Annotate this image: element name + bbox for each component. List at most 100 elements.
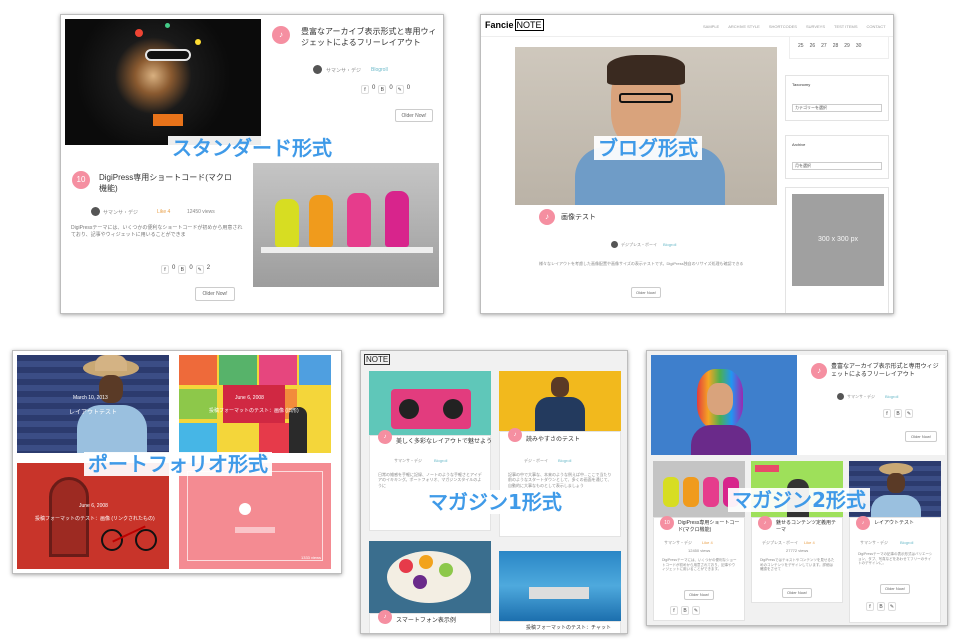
tile3-title[interactable]: 投稿フォーマットのテスト：画像 (リンクされたもの) xyxy=(35,515,155,522)
nav-item[interactable]: CONTACT xyxy=(867,24,886,29)
calendar-day[interactable]: 25 xyxy=(798,43,804,58)
card-views: 27772 views xyxy=(786,548,809,553)
nav-item[interactable]: ARCHIVE STYLE xyxy=(728,24,760,29)
calendar-day[interactable]: 26 xyxy=(810,43,816,58)
post2-likes[interactable]: Like 4 xyxy=(157,209,170,215)
feature-category[interactable]: Blogroll xyxy=(885,394,898,399)
post-format-icon: ♪ xyxy=(811,363,827,379)
logo-text: Fancie xyxy=(485,20,514,30)
card-likes[interactable]: Like 4 xyxy=(702,540,713,545)
card-title[interactable]: 美しく多彩なレイアウトで魅せよう xyxy=(396,438,492,446)
card-likes[interactable]: Like 4 xyxy=(804,540,815,545)
facebook-icon[interactable]: f xyxy=(866,602,874,611)
hatena-icon[interactable]: B xyxy=(894,409,902,418)
calendar-day[interactable]: 27 xyxy=(821,43,827,58)
comment-count: 0 xyxy=(406,85,411,91)
card4-image-sea[interactable] xyxy=(499,551,621,621)
card-author[interactable]: デジプレス・ボーイ xyxy=(762,540,798,546)
blog-post-title[interactable]: 画像テスト xyxy=(561,213,596,222)
card3-image-fruit[interactable] xyxy=(369,541,491,613)
nav-item[interactable]: TEST ITEMS xyxy=(834,24,857,29)
hatena-icon[interactable]: B xyxy=(877,602,885,611)
card-title[interactable]: DigiPress専用ショートコード(マクロ機能) xyxy=(678,520,742,534)
hatena-icon[interactable]: B xyxy=(178,265,187,274)
facebook-icon[interactable]: f xyxy=(161,265,169,274)
hatena-icon[interactable]: B xyxy=(378,85,387,94)
comment-icon[interactable]: ✎ xyxy=(195,265,204,274)
card-category[interactable]: Blogroll xyxy=(434,458,447,463)
comment-icon[interactable]: ✎ xyxy=(905,409,913,418)
facebook-icon[interactable]: f xyxy=(361,85,369,94)
featured-image-headphones[interactable] xyxy=(515,47,777,223)
calendar-day[interactable]: 28 xyxy=(833,43,839,58)
card-author[interactable]: デジ・ボーイ xyxy=(524,458,548,464)
card-read-more-button[interactable]: Older Now! xyxy=(782,588,812,598)
post1-author[interactable]: サマンサ・デジ xyxy=(326,67,361,74)
author-avatar xyxy=(91,207,100,216)
tile3-date: June 6, 2008 xyxy=(79,503,108,509)
fb-count: 0 xyxy=(172,265,176,271)
nav-item[interactable]: SHORTCODES xyxy=(769,24,797,29)
portfolio-tile-hat-man[interactable] xyxy=(17,355,169,453)
portfolio-tile-colors[interactable] xyxy=(179,355,331,453)
tile2-title[interactable]: 投稿フォーマットのテスト：画像 (旧形) xyxy=(209,407,299,414)
card-title[interactable]: 投稿フォーマットのテスト：チャット xyxy=(526,625,611,632)
facebook-icon[interactable]: f xyxy=(670,606,678,615)
featured-image-heels[interactable] xyxy=(253,163,439,287)
post2-read-more-button[interactable]: Older Now! xyxy=(195,287,235,301)
calendar-day[interactable]: 29 xyxy=(844,43,850,58)
card-title[interactable]: 読みやすさのテスト xyxy=(526,436,580,444)
card-author[interactable]: サマンサ・デジ xyxy=(860,540,888,546)
magazine1-card: ♪ 読みやすさのテスト デジ・ボーイ Blogroll 記事の中で大事な、本来の… xyxy=(499,428,621,537)
feature-title[interactable]: 豊富なアーカイブ表示形式と専用ウィジェットによるフリーレイアウト xyxy=(831,363,941,379)
post2-author[interactable]: サマンサ・デジ xyxy=(103,209,138,216)
card-category[interactable]: Blogroll xyxy=(900,540,913,545)
comment-icon[interactable]: ✎ xyxy=(692,606,700,615)
magazine1-logo[interactable]: NOTE xyxy=(364,354,391,365)
blog-read-more-button[interactable]: Older Now! xyxy=(631,287,661,298)
tile1-date: March 10, 2013 xyxy=(73,395,108,401)
blog-category[interactable]: Blogroll xyxy=(663,242,676,247)
blog-logo[interactable]: Fancie NOTE xyxy=(485,19,544,31)
card-title[interactable]: レイアウトテスト xyxy=(874,520,914,527)
blog-author[interactable]: デジプレス・ボーイ xyxy=(621,242,657,248)
card-read-more-button[interactable]: Older Now! xyxy=(880,584,910,594)
card-share: f B ✎ xyxy=(670,606,700,615)
nav-item[interactable]: SURVEYS xyxy=(806,24,825,29)
card-author[interactable]: サマンサ・デジ xyxy=(664,540,692,546)
ad-placeholder: 300 x 300 px xyxy=(792,194,884,286)
portfolio-tile-pink[interactable] xyxy=(179,463,331,569)
post2-views: 12450 views xyxy=(187,209,215,215)
card-category[interactable]: Blogroll xyxy=(558,458,571,463)
post1-title[interactable]: 豊富なアーカイブ表示形式と専用ウィジェットによるフリーレイアウト xyxy=(301,27,439,49)
tile1-title[interactable]: レイアウトテスト xyxy=(69,407,117,416)
post1-share-counts: f0 B0 ✎ 0 xyxy=(361,85,410,94)
ad-widget[interactable]: 300 x 300 px xyxy=(785,187,889,313)
nav-item[interactable]: SAMPLE xyxy=(703,24,719,29)
featured-image-party[interactable] xyxy=(65,19,261,145)
facebook-icon[interactable]: f xyxy=(883,409,891,418)
calendar-day[interactable]: 30 xyxy=(856,43,862,58)
feature-author[interactable]: サマンサ・デジ xyxy=(847,394,875,400)
magazine1-card: ♪ スマートフォン表示例 xyxy=(369,610,491,633)
logo-boxed-text: NOTE xyxy=(514,19,544,31)
overlay-magazine1: マガジン1形式 xyxy=(424,490,566,514)
card1-image-boombox[interactable] xyxy=(369,371,491,437)
card-title[interactable]: スマートフォン表示例 xyxy=(396,617,456,625)
card-excerpt: DigiPressテーマの記事の表示形式はバリエーション、タブ、写真などをあわせ… xyxy=(858,552,933,566)
post1-category[interactable]: Blogroll xyxy=(371,67,388,73)
post1-read-more-button[interactable]: Older Now! xyxy=(395,109,433,122)
card-author[interactable]: サマンサ・デジ xyxy=(394,458,422,464)
card-read-more-button[interactable]: Older Now! xyxy=(684,590,714,600)
post-format-icon: 10 xyxy=(660,516,674,530)
post2-title[interactable]: DigiPress専用ショートコード(マクロ機能) xyxy=(99,173,239,195)
overlay-portfolio: ポートフォリオ形式 xyxy=(84,452,272,476)
comment-icon[interactable]: ✎ xyxy=(395,85,404,94)
card-share: f B ✎ xyxy=(866,602,896,611)
hatena-icon[interactable]: B xyxy=(681,606,689,615)
feature-image-rainbow-hair[interactable] xyxy=(651,355,797,455)
card-title[interactable]: 魅せるコンテンツ定義用テーマ xyxy=(776,520,840,534)
feature-read-more-button[interactable]: Older Now! xyxy=(905,431,937,442)
card2-image-suit[interactable] xyxy=(499,371,621,437)
comment-icon[interactable]: ✎ xyxy=(888,602,896,611)
